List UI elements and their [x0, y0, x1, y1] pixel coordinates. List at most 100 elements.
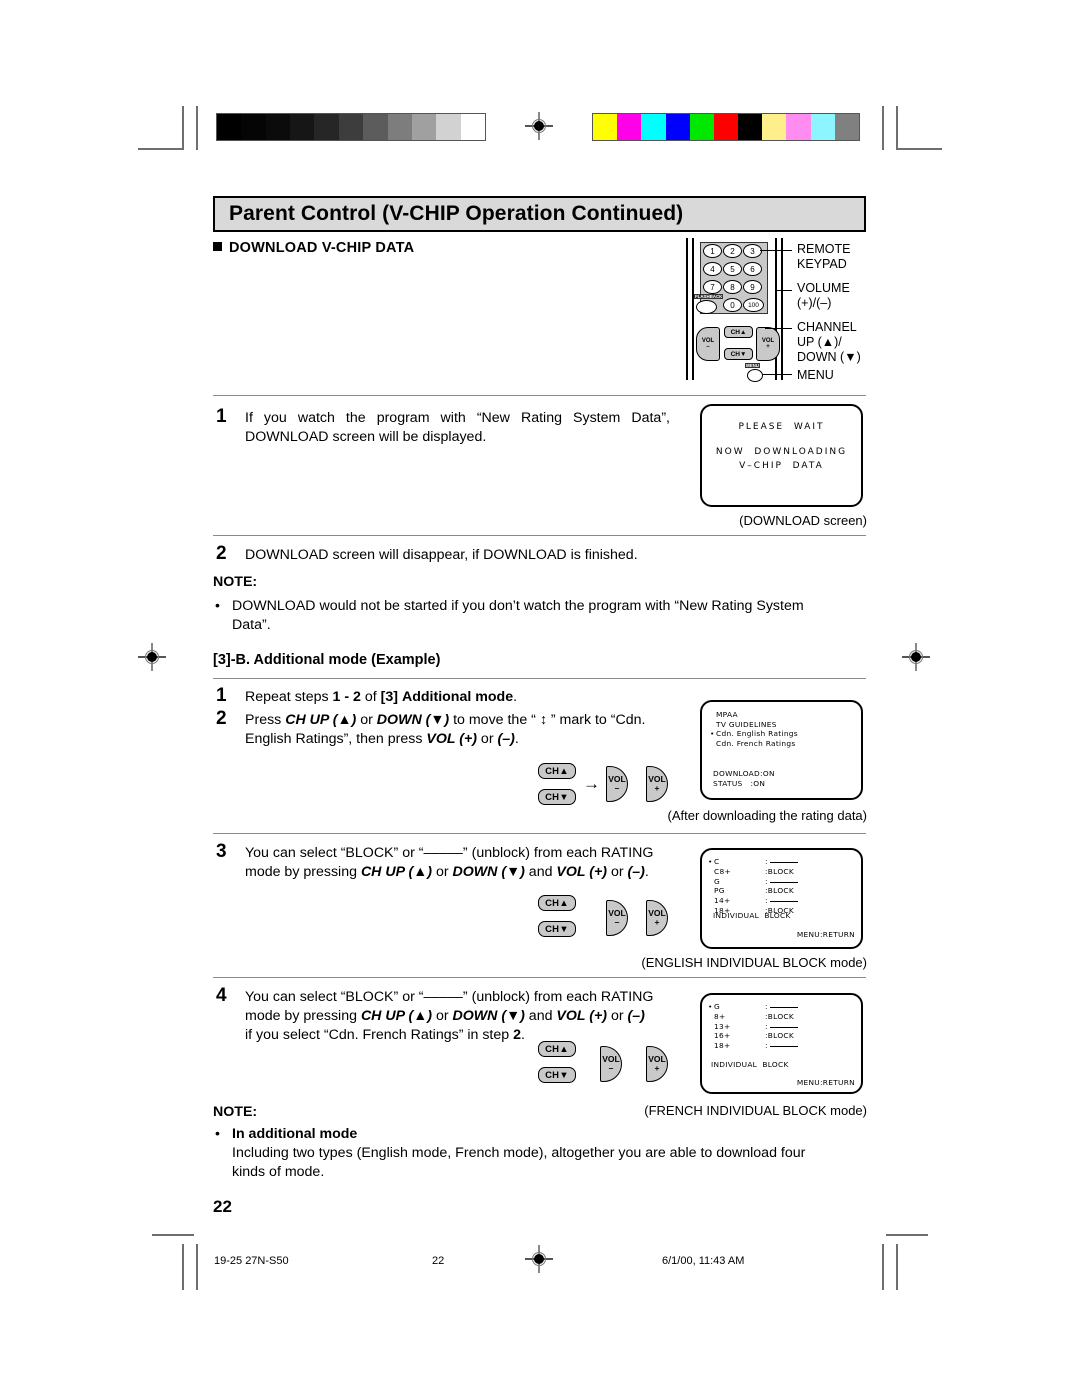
rating-row-value[interactable]: :	[765, 1002, 768, 1011]
glyph-vol-minus-b2[interactable]: VOL –	[606, 766, 628, 802]
rating-menu-item-2[interactable]: Cdn. English Ratings	[716, 729, 798, 738]
rating-row-label[interactable]: 16+	[714, 1031, 731, 1040]
subsection-heading: [3]-B. Additional mode (Example)	[213, 652, 441, 668]
step-b2-l2e: .	[514, 731, 519, 747]
glyph-ch-down-b2[interactable]: CH▼	[538, 789, 576, 805]
step-b2-l1e: to move the “ ↕ ” mark to “Cdn.	[449, 712, 646, 728]
step-1-text: If you watch the program with “New Ratin…	[245, 409, 670, 447]
rating-row-label[interactable]: C	[714, 857, 719, 866]
remote-flashback-button[interactable]	[696, 300, 717, 314]
step-b4-l1: You can select “BLOCK” or “–––––” (unblo…	[245, 989, 654, 1005]
gray-swatch-9	[436, 114, 461, 140]
remote-key-6[interactable]: 6	[743, 262, 762, 276]
glyph-ch-up-b4[interactable]: CH▲	[538, 1041, 576, 1057]
registration-mark-bottom	[525, 1245, 553, 1273]
note-2-line-2: kinds of mode.	[232, 1164, 325, 1180]
rating-row-label[interactable]: 18+	[714, 1041, 731, 1050]
glyph-vol-plus-b3[interactable]: VOL +	[646, 900, 668, 936]
gray-swatch-4	[314, 114, 339, 140]
page-number: 22	[213, 1197, 232, 1216]
glyph-ch-up-b3[interactable]: CH▲	[538, 895, 576, 911]
glyph-vol-plus-b2[interactable]: VOL +	[646, 766, 668, 802]
gray-swatch-2	[265, 114, 291, 140]
remote-vol-minus-sign: –	[706, 344, 710, 350]
glyph-vol-minus-b3[interactable]: VOL –	[606, 900, 628, 936]
rating-row-value[interactable]: :	[765, 1022, 768, 1031]
remote-key-100[interactable]: 100	[743, 298, 764, 312]
remote-key-1[interactable]: 1	[703, 244, 722, 258]
rating-menu-item-3[interactable]: Cdn. French Ratings	[716, 739, 796, 748]
square-bullet-icon	[213, 242, 222, 251]
step-b3-l2b: CH UP (▲)	[360, 864, 432, 880]
rating-row-label[interactable]: 13+	[714, 1022, 731, 1031]
rating-row-value[interactable]: :	[765, 896, 768, 905]
remote-key-0[interactable]: 0	[723, 298, 742, 312]
remote-key-9[interactable]: 9	[743, 280, 762, 294]
color-swatch-2	[641, 114, 666, 140]
crop-mark-bl-v	[182, 1244, 184, 1290]
rating-row-label[interactable]: G	[714, 877, 720, 886]
rating-row-value[interactable]: :BLOCK	[765, 867, 794, 876]
remote-ch-down-button[interactable]: CH▼	[724, 348, 753, 360]
remote-key-2[interactable]: 2	[723, 244, 742, 258]
note-2-line-1: Including two types (English mode, Frenc…	[232, 1145, 806, 1161]
remote-key-8[interactable]: 8	[723, 280, 742, 294]
remote-key-4[interactable]: 4	[703, 262, 722, 276]
step-b2-text: Press CH UP (▲) or DOWN (▼) to move the …	[245, 711, 685, 749]
remote-key-5[interactable]: 5	[723, 262, 742, 276]
color-swatch-8	[786, 114, 811, 140]
step-b2-l2d: (–)	[497, 731, 515, 747]
rating-row-label[interactable]: G	[714, 1002, 720, 1011]
glyph-arrow-right-b2: →	[583, 774, 600, 793]
step-b2-number: 2	[216, 708, 227, 729]
step-b3-l2c: or	[432, 864, 453, 880]
rating-menu-item-0[interactable]: MPAA	[716, 710, 738, 719]
callout-volume: VOLUME (+)/(–)	[797, 281, 850, 310]
step-b3-l2d: DOWN (▼)	[452, 864, 525, 880]
step-b3-number: 3	[216, 841, 227, 862]
rating-menu-item-1[interactable]: TV GUIDELINES	[716, 720, 777, 729]
step-b4-l3a: if you select “Cdn. French Ratings” in s…	[245, 1027, 514, 1043]
rating-row-label[interactable]: 8+	[714, 1012, 726, 1021]
glyph-ch-down-b4[interactable]: CH▼	[538, 1067, 576, 1083]
rating-row-label[interactable]: 14+	[714, 896, 731, 905]
note-1-bullet: •	[215, 598, 220, 614]
remote-vol-plus-button[interactable]: VOL +	[756, 327, 780, 361]
remote-vol-plus-sign: +	[766, 344, 770, 350]
registration-mark-top	[525, 112, 553, 140]
remote-menu-button[interactable]	[747, 369, 763, 382]
glyph-ch-down-b3-label: CH▼	[545, 923, 569, 935]
glyph-vol-plus-b4[interactable]: VOL +	[646, 1046, 668, 1082]
remote-key-3[interactable]: 3	[743, 244, 762, 258]
glyph-ch-down-b4-label: CH▼	[545, 1069, 569, 1081]
remote-key-7[interactable]: 7	[703, 280, 722, 294]
registration-mark-right	[902, 643, 930, 671]
remote-edge-left-outer	[686, 238, 688, 380]
glyph-vol-minus-b4-sign: –	[608, 1063, 614, 1073]
gray-swatch-5	[338, 114, 364, 140]
rating-row-label[interactable]: C8+	[714, 867, 731, 876]
rating-row-value[interactable]: :BLOCK	[765, 886, 794, 895]
rating-row-value[interactable]: :	[765, 857, 768, 866]
remote-key-1-label: 1	[710, 246, 715, 256]
rating-row-label[interactable]: PG	[714, 886, 725, 895]
step-b3-l2h: (–)	[627, 864, 645, 880]
step-b2-l1c: or	[356, 712, 377, 728]
step-b3-l2i: .	[644, 864, 649, 880]
note-1-line-2: Data”.	[232, 617, 271, 633]
rating-row-value[interactable]: :BLOCK	[765, 1012, 794, 1021]
rating-row-value[interactable]: :	[765, 1041, 768, 1050]
remote-key-9-label: 9	[750, 282, 755, 292]
glyph-ch-up-b2[interactable]: CH▲	[538, 763, 576, 779]
step-b4-l2h: (–)	[627, 1008, 645, 1024]
rating-menu-caption: (After downloading the rating data)	[667, 808, 867, 823]
rating-row-value[interactable]: :BLOCK	[765, 1031, 794, 1040]
glyph-ch-down-b3[interactable]: CH▼	[538, 921, 576, 937]
step-b4-l2g: or	[607, 1008, 628, 1024]
glyph-vol-minus-b4[interactable]: VOL –	[600, 1046, 622, 1082]
crop-mark-bl-h	[152, 1234, 194, 1236]
remote-edge-right-outer	[781, 238, 783, 380]
remote-ch-up-button[interactable]: CH▲	[724, 326, 753, 338]
remote-vol-minus-button[interactable]: VOL –	[696, 327, 720, 361]
rating-row-value[interactable]: :	[765, 877, 768, 886]
